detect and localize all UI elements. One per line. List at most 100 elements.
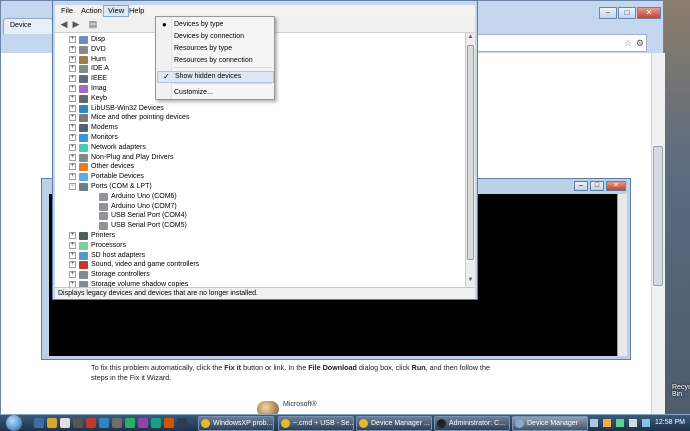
tree-device[interactable]: USB Serial Port (COM5) bbox=[55, 221, 463, 231]
view-menu-item[interactable]: Resources by connection bbox=[157, 55, 274, 67]
expand-icon[interactable]: + bbox=[69, 114, 76, 122]
tree-category[interactable]: + Processors bbox=[55, 241, 463, 251]
cmd-close-button[interactable]: ✕ bbox=[606, 181, 626, 191]
expand-icon[interactable]: + bbox=[69, 85, 76, 92]
expand-icon[interactable]: + bbox=[69, 45, 76, 53]
tree-device[interactable]: Arduino Uno (COM6) bbox=[55, 192, 463, 202]
browser-maximize-button[interactable]: □ bbox=[618, 7, 636, 19]
tree-category[interactable]: + Mice and other pointing devices bbox=[55, 113, 463, 123]
scroll-up-icon[interactable]: ▲ bbox=[467, 34, 474, 42]
tree-category[interactable]: − Ports (COM & LPT) bbox=[55, 182, 463, 192]
tree-item-label: Imag bbox=[91, 85, 107, 92]
expand-icon[interactable]: + bbox=[69, 36, 76, 43]
start-button[interactable] bbox=[6, 415, 22, 431]
collapse-icon[interactable]: − bbox=[69, 183, 76, 190]
bookmark-star-icon[interactable]: ☆ bbox=[624, 38, 632, 49]
tree-scroll-thumb[interactable] bbox=[467, 45, 474, 260]
clock[interactable]: 12:58 PM bbox=[655, 415, 685, 431]
expand-icon[interactable]: + bbox=[69, 55, 76, 63]
expand-icon[interactable]: + bbox=[69, 232, 76, 239]
tree-category[interactable]: + Non-Plug and Play Drivers bbox=[55, 153, 463, 163]
editor-icon[interactable] bbox=[164, 418, 174, 428]
back-arrow-icon[interactable]: ◀ bbox=[58, 19, 70, 30]
browser-tab[interactable]: Device bbox=[3, 18, 53, 34]
taskbar-button[interactable]: WindowsXP prob... bbox=[198, 416, 274, 431]
tree-category[interactable]: + Portable Devices bbox=[55, 172, 463, 182]
expand-icon[interactable]: + bbox=[69, 241, 76, 249]
recycle-bin-label[interactable]: Recycle Bin bbox=[672, 384, 690, 398]
tree-category[interactable]: + Storage volume shadow copies bbox=[55, 280, 463, 287]
view-menu-item[interactable]: Resources by type bbox=[157, 43, 274, 55]
view-menu-item[interactable]: ✓ Show hidden devices bbox=[157, 71, 274, 83]
tree-item-label: Disp bbox=[91, 36, 106, 43]
expand-icon[interactable]: + bbox=[69, 271, 76, 279]
expand-icon[interactable]: + bbox=[69, 94, 76, 102]
taskbar-button[interactable]: Device Manager ... bbox=[356, 416, 432, 431]
taskbar-button[interactable]: Administrator: C... bbox=[434, 416, 510, 431]
show-desktop-icon[interactable] bbox=[34, 418, 44, 428]
view-menu-item[interactable]: Devices by connection bbox=[157, 31, 274, 43]
tree-item-label: Ports (COM & LPT) bbox=[91, 183, 152, 190]
expand-icon[interactable]: + bbox=[69, 163, 76, 171]
forward-arrow-icon[interactable]: ▶ bbox=[70, 19, 82, 30]
browser-address-bar[interactable]: ☆ ⚙ bbox=[477, 34, 647, 52]
network-tool-icon[interactable] bbox=[151, 418, 161, 428]
tree-scrollbar[interactable]: ▲ ▼ bbox=[465, 33, 475, 287]
browser-close-button[interactable]: ✕ bbox=[637, 7, 661, 19]
console-icon[interactable] bbox=[177, 418, 187, 428]
tree-category[interactable]: + Modems bbox=[55, 123, 463, 133]
terminal-icon[interactable] bbox=[73, 418, 83, 428]
expand-icon[interactable]: + bbox=[69, 65, 76, 73]
menu-file[interactable]: File bbox=[57, 5, 77, 17]
cmd-maximize-button[interactable]: □ bbox=[590, 181, 604, 191]
tree-category[interactable]: + Network adapters bbox=[55, 143, 463, 153]
tree-category[interactable]: + Monitors bbox=[55, 133, 463, 143]
tree-category[interactable]: + Printers bbox=[55, 231, 463, 241]
browser-scroll-thumb[interactable] bbox=[653, 146, 663, 286]
menu-separator bbox=[174, 83, 272, 84]
view-menu-item[interactable]: Customize... bbox=[157, 87, 274, 99]
expand-icon[interactable]: + bbox=[69, 143, 76, 151]
tree-category[interactable]: + Storage controllers bbox=[55, 270, 463, 280]
taskbar-button[interactable]: Device Manager bbox=[512, 416, 588, 431]
document-icon[interactable] bbox=[60, 418, 70, 428]
tree-category[interactable]: + SD host adapters bbox=[55, 251, 463, 261]
menu-action[interactable]: Action bbox=[77, 5, 106, 17]
view-menu-item-label: Resources by type bbox=[174, 45, 232, 52]
menu-help[interactable]: Help bbox=[125, 5, 148, 17]
tray-volume-icon[interactable] bbox=[629, 419, 637, 427]
expand-icon[interactable]: + bbox=[69, 124, 76, 132]
expand-icon[interactable]: + bbox=[69, 134, 76, 141]
browser-minimize-button[interactable]: – bbox=[599, 7, 617, 19]
tree-device[interactable]: Arduino Uno (COM7) bbox=[55, 202, 463, 212]
tool-icon[interactable] bbox=[112, 418, 122, 428]
view-menu-item[interactable]: ● Devices by type bbox=[157, 19, 274, 31]
scroll-down-icon[interactable]: ▼ bbox=[467, 277, 474, 285]
expand-icon[interactable]: + bbox=[69, 104, 76, 112]
tray-network-icon[interactable] bbox=[616, 419, 624, 427]
tree-category[interactable]: + Other devices bbox=[55, 162, 463, 172]
cmd-minimize-button[interactable]: – bbox=[574, 181, 588, 191]
fix-it-link[interactable]: Fix it bbox=[224, 363, 241, 372]
browser-icon[interactable] bbox=[99, 418, 109, 428]
expand-icon[interactable]: + bbox=[69, 173, 76, 181]
tree-category[interactable]: + Sound, video and game controllers bbox=[55, 260, 463, 270]
taskbar-button[interactable]: ~.cmd + USB - Se... bbox=[278, 416, 354, 431]
media-icon[interactable] bbox=[125, 418, 135, 428]
tree-device[interactable]: USB Serial Port (COM4) bbox=[55, 211, 463, 221]
app-icon[interactable] bbox=[86, 418, 96, 428]
wrench-icon[interactable]: ⚙ bbox=[636, 38, 644, 49]
port-icon bbox=[99, 212, 108, 221]
explorer-icon[interactable] bbox=[47, 418, 57, 428]
expand-icon[interactable]: + bbox=[69, 153, 76, 161]
tray-arrow-icon[interactable] bbox=[590, 419, 598, 427]
expand-icon[interactable]: + bbox=[69, 75, 76, 83]
tree-category[interactable]: + LibUSB-Win32 Devices bbox=[55, 104, 463, 114]
expand-icon[interactable]: + bbox=[69, 261, 76, 269]
properties-icon[interactable]: ▤ bbox=[87, 19, 99, 30]
cmd-scrollbar[interactable] bbox=[617, 194, 627, 356]
util-icon[interactable] bbox=[138, 418, 148, 428]
tray-flag-icon[interactable] bbox=[603, 419, 611, 427]
tray-device-icon[interactable] bbox=[642, 419, 650, 427]
expand-icon[interactable]: + bbox=[69, 251, 76, 259]
